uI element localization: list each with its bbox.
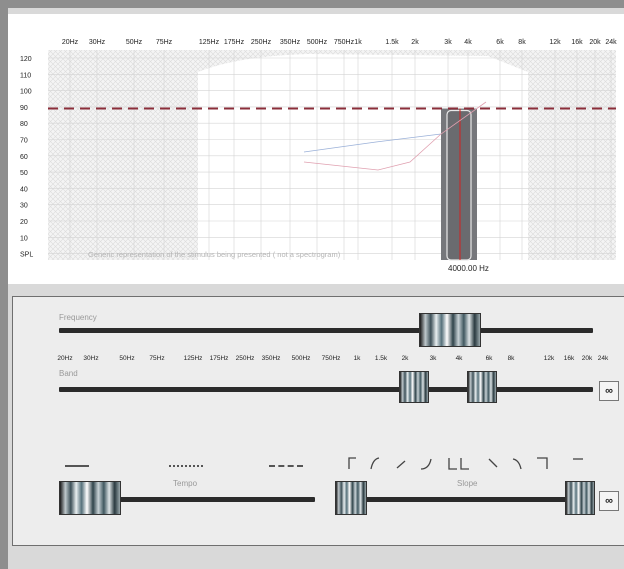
freq-tick-label: 2k	[411, 39, 419, 46]
band-tick-label: 500Hz	[291, 355, 311, 362]
freq-tick-label: 50Hz	[126, 39, 143, 46]
band-tick-label: 30Hz	[83, 355, 99, 362]
band-tick-label: 12k	[543, 355, 555, 362]
spl-tick-label: 110	[20, 72, 31, 79]
freq-tick-label: 24k	[605, 39, 617, 46]
slope-slider-track[interactable]	[335, 497, 593, 502]
band-tick-label: 175Hz	[209, 355, 229, 362]
spl-tick-label: 40	[20, 186, 28, 193]
band-tick-label: 8k	[507, 355, 515, 362]
band-tick-label: 50Hz	[119, 355, 135, 362]
spl-tick-label: 60	[20, 154, 28, 161]
freq-tick-label: 12k	[549, 39, 561, 46]
band-tick-label: 6k	[485, 355, 493, 362]
frequency-label: Frequency	[59, 313, 97, 322]
graph-canvas: 20Hz 30Hz 50Hz 75Hz 125Hz 175Hz 250Hz 350Hz 500H…	[20, 39, 617, 261]
spl-tick-label: 100	[20, 89, 32, 96]
tempo-slider-thumb[interactable]	[59, 481, 121, 515]
tempo-label: Tempo	[173, 479, 198, 488]
stimulus-note: Generic representation of the stimulus b…	[88, 250, 341, 259]
freq-tick-label: 20Hz	[62, 39, 79, 46]
spl-tick-label: 90	[20, 105, 28, 112]
audible-area	[198, 54, 528, 260]
band-tick-label: 3k	[429, 355, 437, 362]
freq-tick-label: 175Hz	[224, 39, 245, 46]
slope-low-thumb[interactable]	[335, 481, 367, 515]
freq-tick-label: 750Hz	[334, 39, 355, 46]
freq-tick-label: 4k	[464, 39, 472, 46]
freq-tick-label: 1k	[354, 39, 362, 46]
spl-frequency-graph: 20Hz 30Hz 50Hz 75Hz 125Hz 175Hz 250Hz 350Hz 500H…	[8, 14, 624, 284]
freq-tick-label: 1.5k	[385, 39, 399, 46]
spl-tick-label: 10	[20, 235, 28, 242]
band-link-icon[interactable]: ∞	[599, 381, 619, 401]
spl-tick-label: 20	[20, 219, 28, 226]
band-low-thumb[interactable]	[399, 371, 429, 403]
band-tick-label: 75Hz	[149, 355, 165, 362]
spl-tick-label: 70	[20, 138, 28, 145]
spl-tick-label: 50	[20, 170, 28, 177]
freq-tick-label: 20k	[589, 39, 601, 46]
band-tick-label: 350Hz	[261, 355, 281, 362]
frequency-readout: 4000.00 Hz	[448, 264, 489, 273]
spl-tick-label: 120	[20, 56, 32, 63]
freq-tick-label: 250Hz	[251, 39, 272, 46]
band-tick-label: 4k	[455, 355, 463, 362]
band-tick-label: 125Hz	[183, 355, 203, 362]
freq-tick-label: 6k	[496, 39, 504, 46]
freq-tick-label: 3k	[444, 39, 452, 46]
band-tick-label: 1k	[353, 355, 361, 362]
spl-tick-label: SPL	[20, 252, 33, 259]
control-panel: Frequency 20Hz 30Hz 50Hz 75Hz 125Hz 175Hz 250H…	[12, 296, 624, 546]
freq-tick-label: 125Hz	[199, 39, 220, 46]
freq-tick-label: 350Hz	[280, 39, 301, 46]
band-tick-label: 16k	[563, 355, 575, 362]
freq-tick-label: 75Hz	[156, 39, 173, 46]
spl-tick-label: 80	[20, 121, 28, 128]
band-tick-label: 1.5k	[374, 355, 388, 362]
band-tick-label: 750Hz	[321, 355, 341, 362]
band-slider-track[interactable]	[59, 387, 593, 392]
stimulus-bar-inner	[446, 109, 472, 261]
slope-label: Slope	[457, 479, 478, 488]
tempo-slow-icon	[269, 465, 303, 467]
band-tick-label: 20Hz	[57, 355, 73, 362]
band-tick-label: 20k	[581, 355, 593, 362]
slope-shape-icons	[348, 457, 583, 470]
frequency-slider-thumb[interactable]	[419, 313, 481, 347]
band-tick-label: 24k	[597, 355, 609, 362]
tempo-fast-icon	[169, 465, 203, 467]
spl-tick-label: 30	[20, 203, 28, 210]
band-tick-label: 2k	[401, 355, 409, 362]
freq-tick-label: 16k	[571, 39, 583, 46]
band-label: Band	[59, 369, 78, 378]
frequency-slider-track[interactable]	[59, 328, 593, 333]
slope-high-thumb[interactable]	[565, 481, 595, 515]
freq-tick-label: 8k	[518, 39, 526, 46]
band-high-thumb[interactable]	[467, 371, 497, 403]
tempo-continuous-icon	[65, 465, 89, 467]
band-tick-label: 250Hz	[235, 355, 255, 362]
freq-tick-label: 500Hz	[307, 39, 328, 46]
freq-tick-label: 30Hz	[89, 39, 106, 46]
slope-link-icon[interactable]: ∞	[599, 491, 619, 511]
